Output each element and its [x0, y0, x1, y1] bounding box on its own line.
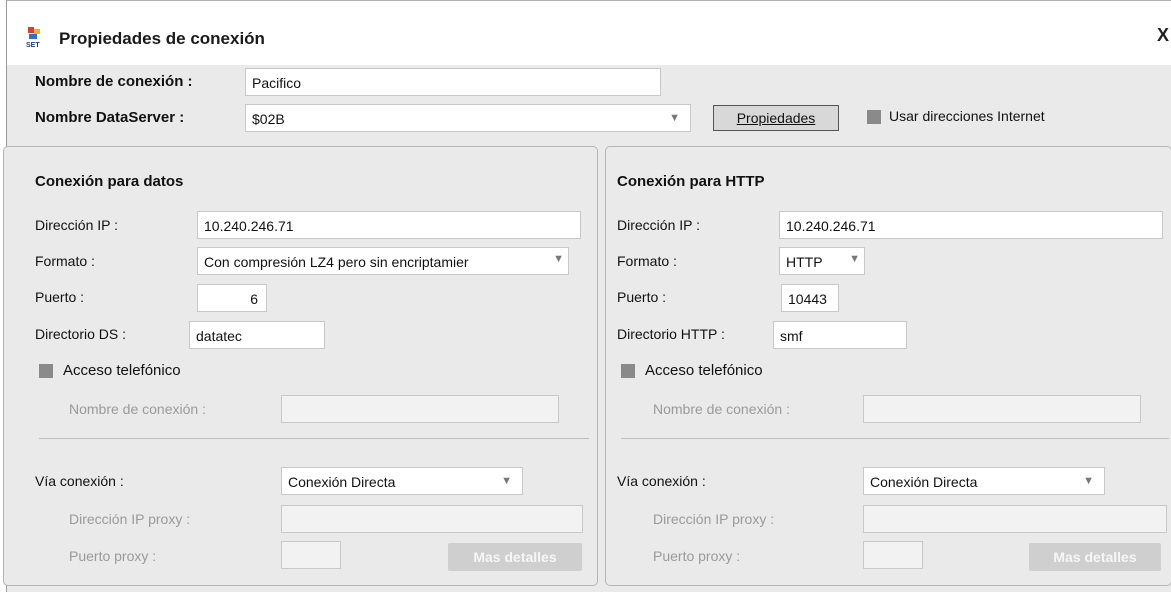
properties-button[interactable]: Propiedades — [713, 105, 839, 131]
data-ip-input[interactable]: 10.240.246.71 — [197, 211, 581, 239]
connection-name-input[interactable]: Pacifico — [245, 68, 661, 96]
data-phone-name-input — [281, 395, 559, 423]
app-logo-icon: SET — [26, 27, 40, 49]
chevron-down-icon: ▼ — [669, 112, 680, 124]
http-via-select[interactable]: Conexión Directa ▼ — [863, 467, 1105, 495]
data-via-value: Conexión Directa — [288, 474, 396, 490]
http-port-label: Puerto : — [617, 289, 667, 305]
dataserver-select[interactable]: $02B ▼ — [245, 104, 691, 132]
chevron-down-icon: ▼ — [1083, 475, 1094, 487]
http-more-details-button[interactable]: Mas detalles — [1029, 543, 1161, 571]
connection-name-label: Nombre de conexión : — [35, 73, 193, 90]
chevron-down-icon: ▼ — [849, 253, 860, 265]
http-proxy-port-input — [863, 541, 923, 569]
http-ip-label: Dirección IP : — [617, 217, 700, 233]
http-port-input[interactable]: 10443 — [781, 284, 839, 312]
title-bar: SET Propiedades de conexión X — [7, 1, 1171, 65]
data-format-value: Con compresión LZ4 pero sin encriptamier — [204, 254, 469, 270]
http-format-value: HTTP — [786, 254, 823, 270]
http-directory-input[interactable]: smf — [773, 321, 907, 349]
data-phone-access-checkbox[interactable] — [39, 364, 53, 378]
http-directory-label: Directorio HTTP : — [617, 326, 725, 342]
http-proxy-ip-label: Dirección IP proxy : — [653, 511, 775, 527]
data-panel-heading: Conexión para datos — [35, 173, 184, 190]
connection-properties-dialog: SET Propiedades de conexión X Nombre de … — [3, 0, 1171, 592]
http-ip-input[interactable]: 10.240.246.71 — [779, 211, 1163, 239]
data-format-select[interactable]: Con compresión LZ4 pero sin encriptamier… — [197, 247, 569, 275]
http-phone-access-checkbox[interactable] — [621, 364, 635, 378]
http-phone-access-label: Acceso telefónico — [645, 362, 763, 379]
data-port-input[interactable]: 6 — [197, 284, 267, 312]
http-panel-divider — [621, 438, 1169, 439]
http-proxy-port-label: Puerto proxy : — [653, 548, 741, 564]
data-directory-label: Directorio DS : — [35, 326, 127, 342]
data-via-select[interactable]: Conexión Directa ▼ — [281, 467, 523, 495]
http-via-label: Vía conexión : — [617, 473, 706, 489]
data-phone-name-label: Nombre de conexión : — [69, 401, 206, 417]
internet-addresses-label: Usar direcciones Internet — [889, 108, 1045, 124]
data-phone-access-label: Acceso telefónico — [63, 362, 181, 379]
data-format-label: Formato : — [35, 253, 95, 269]
dataserver-label: Nombre DataServer : — [35, 109, 185, 126]
data-proxy-ip-input — [281, 505, 583, 533]
data-proxy-ip-label: Dirección IP proxy : — [69, 511, 191, 527]
http-panel-heading: Conexión para HTTP — [617, 173, 765, 190]
data-panel-divider — [39, 438, 589, 439]
dialog-title: Propiedades de conexión — [59, 29, 265, 48]
http-proxy-ip-input — [863, 505, 1167, 533]
http-via-value: Conexión Directa — [870, 474, 978, 490]
chevron-down-icon: ▼ — [501, 475, 512, 487]
http-format-label: Formato : — [617, 253, 677, 269]
data-more-details-button[interactable]: Mas detalles — [448, 543, 582, 571]
data-port-label: Puerto : — [35, 289, 85, 305]
data-proxy-port-label: Puerto proxy : — [69, 548, 157, 564]
close-icon[interactable]: X — [1157, 25, 1169, 46]
chevron-down-icon: ▼ — [551, 253, 564, 265]
dataserver-value: $02B — [252, 111, 285, 127]
data-proxy-port-input — [281, 541, 341, 569]
http-format-select[interactable]: HTTP ▼ — [779, 247, 865, 275]
http-phone-name-input — [863, 395, 1141, 423]
data-via-label: Vía conexión : — [35, 473, 124, 489]
data-directory-input[interactable]: datatec — [189, 321, 325, 349]
internet-addresses-checkbox[interactable] — [867, 110, 881, 124]
http-phone-name-label: Nombre de conexión : — [653, 401, 790, 417]
data-ip-label: Dirección IP : — [35, 217, 118, 233]
svg-text:SET: SET — [26, 42, 40, 49]
